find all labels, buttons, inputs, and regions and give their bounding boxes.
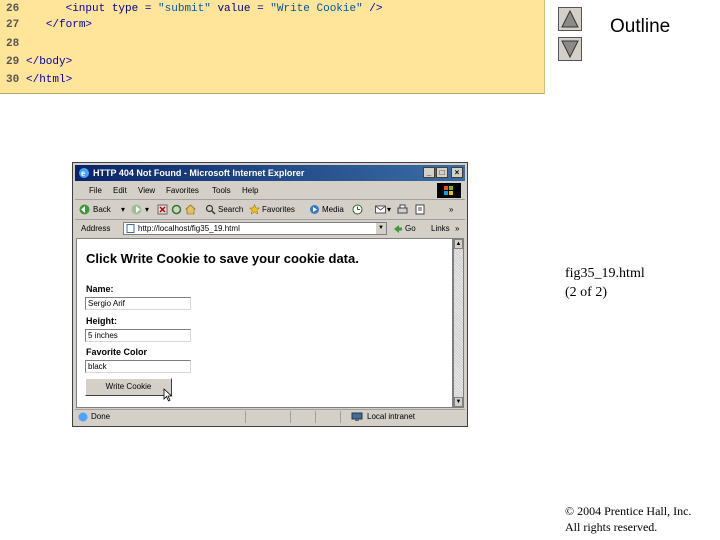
address-dropdown-icon[interactable]: ▼	[376, 223, 386, 234]
intranet-zone-icon	[351, 412, 363, 421]
status-text: Done	[91, 412, 111, 421]
favorites-button[interactable]: Favorites	[262, 200, 295, 219]
browser-title-bar[interactable]: e HTTP 404 Not Found - Microsoft Interne…	[75, 165, 465, 181]
name-label: Name:	[86, 284, 114, 294]
triangle-up-icon	[561, 10, 579, 28]
links-button[interactable]: Links	[431, 220, 450, 238]
code-listing-panel: 26 <input type = "submit" value = "Write…	[0, 0, 545, 94]
previous-slide-button[interactable]	[558, 7, 582, 31]
menu-bar: File Edit View Favorites Tools Help	[75, 182, 465, 200]
edit-icon[interactable]	[415, 204, 426, 215]
minimize-button[interactable]: _	[423, 167, 435, 178]
menu-help[interactable]: Help	[242, 182, 258, 199]
favorites-star-icon	[249, 204, 260, 215]
toolbar: Back ▾ ▾ Search Favorites Media ▾ »	[75, 200, 465, 220]
close-button[interactable]: ×	[451, 167, 463, 178]
toolbar-more-icon[interactable]: »	[449, 200, 453, 219]
browser-window: e HTTP 404 Not Found - Microsoft Interne…	[72, 162, 468, 427]
menu-file[interactable]: File	[89, 182, 102, 199]
address-input[interactable]: http://localhost/fig35_19.html ▼	[123, 222, 387, 235]
mail-dropdown-icon[interactable]: ▾	[387, 200, 391, 219]
line-number: 28	[6, 38, 20, 50]
refresh-icon[interactable]	[171, 204, 182, 215]
back-arrow-icon	[79, 204, 90, 215]
svg-text:e: e	[81, 168, 85, 178]
menu-edit[interactable]: Edit	[113, 182, 127, 199]
forward-arrow-icon[interactable]	[131, 204, 142, 215]
menu-favorites[interactable]: Favorites	[166, 182, 199, 199]
mouse-pointer-icon	[163, 388, 173, 402]
file-label: fig35_19.html (2 of 2)	[565, 264, 645, 302]
status-bar: Done Local intranet	[75, 409, 465, 424]
address-bar: Address http://localhost/fig35_19.html ▼…	[75, 220, 465, 238]
line-number: 27	[6, 19, 20, 31]
ie-logo-icon: e	[79, 168, 89, 178]
code-text: </body>	[26, 56, 73, 68]
code-text: </form>	[45, 19, 93, 31]
name-input[interactable]: Sergio Arif	[85, 297, 191, 310]
browser-title-text: HTTP 404 Not Found - Microsoft Internet …	[93, 168, 305, 178]
vertical-scrollbar[interactable]: ▲ ▼	[453, 238, 464, 408]
favorite-color-input[interactable]: black	[85, 360, 191, 373]
page-done-icon	[78, 412, 88, 422]
maximize-button[interactable]: □	[436, 167, 448, 178]
scroll-down-icon[interactable]: ▼	[454, 397, 463, 407]
next-slide-button[interactable]	[558, 37, 582, 61]
windows-flag-icon	[437, 183, 461, 198]
address-label: Address	[81, 224, 111, 233]
menu-view[interactable]: View	[138, 182, 155, 199]
history-icon[interactable]	[352, 204, 363, 215]
scroll-up-icon[interactable]: ▲	[454, 239, 463, 249]
zone-text: Local intranet	[367, 412, 416, 421]
favorite-color-label: Favorite Color	[86, 347, 148, 357]
outline-title[interactable]: Outline	[610, 16, 670, 38]
line-number: 29	[6, 56, 20, 68]
links-more-icon[interactable]: »	[455, 220, 459, 238]
code-text: </html>	[26, 74, 73, 86]
home-icon[interactable]	[185, 204, 196, 215]
file-name: fig35_19.html	[565, 266, 645, 281]
triangle-down-icon	[561, 40, 579, 58]
menu-tools[interactable]: Tools	[212, 182, 231, 199]
copyright-line: © 2004 Prentice Hall, Inc.	[565, 504, 692, 518]
mail-icon[interactable]	[375, 204, 386, 215]
write-cookie-button[interactable]: Write Cookie	[85, 378, 172, 396]
back-dropdown-icon[interactable]: ▾	[121, 200, 125, 219]
back-button[interactable]: Back	[93, 200, 111, 219]
page-content: Click Write Cookie to save your cookie d…	[76, 238, 453, 408]
height-input[interactable]: 5 inches	[85, 329, 191, 342]
copyright-notice: © 2004 Prentice Hall, Inc. All rights re…	[565, 503, 691, 535]
page-icon	[126, 224, 135, 233]
forward-dropdown-icon[interactable]: ▾	[145, 200, 149, 219]
print-icon[interactable]	[397, 204, 408, 215]
address-value: http://localhost/fig35_19.html	[138, 224, 240, 233]
go-button[interactable]: Go	[405, 220, 416, 238]
search-icon	[205, 204, 216, 215]
height-label: Height:	[86, 316, 117, 326]
search-button[interactable]: Search	[218, 200, 243, 219]
rights-line: All rights reserved.	[565, 520, 658, 534]
stop-icon[interactable]	[157, 204, 168, 215]
go-arrow-icon	[394, 225, 402, 233]
media-button[interactable]: Media	[322, 200, 344, 219]
page-count: (2 of 2)	[565, 285, 607, 300]
line-number: 30	[6, 74, 20, 86]
page-heading: Click Write Cookie to save your cookie d…	[86, 251, 359, 266]
media-icon	[310, 205, 319, 214]
